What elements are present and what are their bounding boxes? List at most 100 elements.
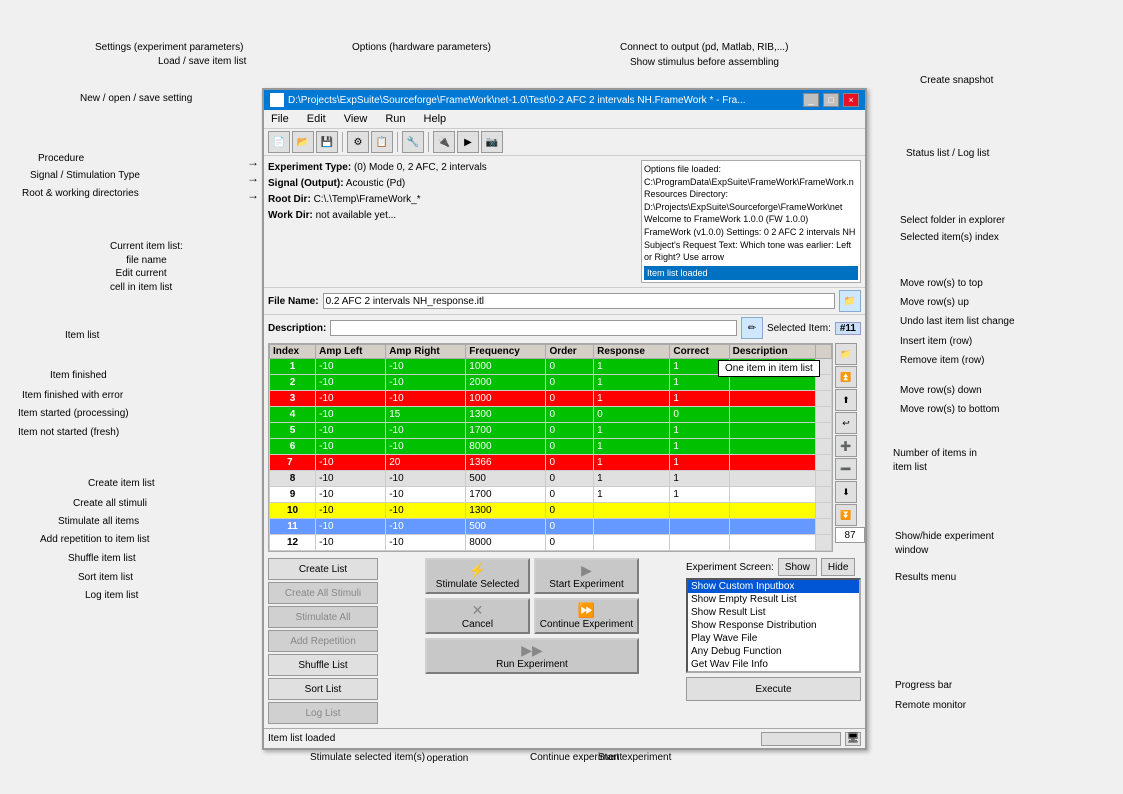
status-text: Item list loaded	[268, 733, 753, 744]
btn-insert[interactable]: ➕	[835, 435, 857, 457]
cell-index: 12	[270, 535, 316, 551]
create-all-stim-btn[interactable]: Create All Stimuli	[268, 582, 378, 604]
table-row[interactable]: 11-10-105000	[270, 519, 832, 535]
execute-btn[interactable]: Execute	[686, 677, 861, 701]
close-button[interactable]: ×	[843, 93, 859, 107]
annotation-current-item-filename: Current item list:file name	[110, 240, 183, 268]
cell-correct	[670, 519, 729, 535]
toolbar-snapshot[interactable]: 📷	[481, 131, 503, 153]
btn-move-down[interactable]: ⬇	[835, 481, 857, 503]
annotation-remove-item: Remove item (row)	[900, 355, 984, 366]
table-row[interactable]: 3-10-101000011	[270, 391, 832, 407]
menu-help[interactable]: Help	[421, 112, 450, 126]
col-order: Order	[546, 345, 594, 359]
cell-amp-left: -10	[316, 503, 386, 519]
arrow-root: →	[247, 188, 259, 202]
start-experiment-label: Start Experiment	[549, 579, 623, 590]
cell-amp-left: -10	[316, 359, 386, 375]
toolbar-save[interactable]: 💾	[316, 131, 338, 153]
btn-select-folder[interactable]: 📁	[835, 343, 857, 365]
results-menu-item[interactable]: Play Wave File	[688, 632, 859, 645]
menu-run[interactable]: Run	[382, 112, 408, 126]
table-row[interactable]: 7 !-10201366011Error	[270, 455, 832, 471]
table-row[interactable]: 8-10-10500011	[270, 471, 832, 487]
btn-remove[interactable]: ➖	[835, 458, 857, 480]
toolbar-load-item[interactable]: 📋	[371, 131, 393, 153]
root-label: Root Dir:	[268, 194, 311, 205]
maximize-button[interactable]: □	[823, 93, 839, 107]
create-list-btn[interactable]: Create List	[268, 558, 378, 580]
table-row[interactable]: 4-10151300000	[270, 407, 832, 423]
hide-exp-btn[interactable]: Hide	[821, 558, 856, 576]
menu-file[interactable]: File	[268, 112, 292, 126]
results-menu-item[interactable]: Get Wav File Info	[688, 658, 859, 671]
item-count: 87	[835, 527, 865, 543]
work-label: Work Dir:	[268, 210, 313, 221]
cell-index: 1	[270, 359, 316, 375]
shuffle-btn[interactable]: Shuffle List	[268, 654, 378, 676]
root-val: C:\.\Temp\FrameWork_*	[314, 194, 421, 205]
annotation-sort: Sort item list	[78, 572, 133, 583]
stimulate-selected-btn[interactable]: ⚡ Stimulate Selected	[425, 558, 530, 594]
cell-order: 0	[546, 359, 594, 375]
exp-type-val: (0) Mode 0, 2 AFC, 2 intervals	[354, 162, 487, 173]
toolbar-show-stim[interactable]: ▶	[457, 131, 479, 153]
cell-correct: 1	[670, 439, 729, 455]
continue-exp-btn[interactable]: ⏩ Continue Experiment	[534, 598, 639, 634]
add-repetition-btn[interactable]: Add Repetition	[268, 630, 378, 652]
results-menu-item[interactable]: Show Response Distribution	[688, 619, 859, 632]
cell-amp-right: -10	[386, 439, 466, 455]
cell-frequency: 1300	[466, 407, 546, 423]
results-menu-item[interactable]: Show Custom Inputbox	[688, 580, 859, 593]
table-row[interactable]: 9-10-101700011	[270, 487, 832, 503]
btn-move-up[interactable]: ⬆	[835, 389, 857, 411]
remote-monitor-icon[interactable]: 🖥	[845, 732, 861, 746]
table-row[interactable]: 12-10-1080000	[270, 535, 832, 551]
toolbar-options[interactable]: 🔧	[402, 131, 424, 153]
cell-response: 0	[594, 407, 670, 423]
menu-view[interactable]: View	[341, 112, 371, 126]
minimize-button[interactable]: _	[803, 93, 819, 107]
col-index: Index	[270, 345, 316, 359]
btn-move-top[interactable]: ⏫	[835, 366, 857, 388]
cell-order: 0	[546, 423, 594, 439]
cell-response: 1	[594, 471, 670, 487]
filename-input[interactable]	[323, 293, 835, 309]
menu-edit[interactable]: Edit	[304, 112, 329, 126]
cell-amp-left: -10	[316, 375, 386, 391]
results-menu-item[interactable]: Show Result List	[688, 606, 859, 619]
menu-bar: File Edit View Run Help	[264, 110, 865, 129]
results-menu-item[interactable]: Any Debug Function	[688, 645, 859, 658]
table-row[interactable]: 2-10-102000011	[270, 375, 832, 391]
start-experiment-btn[interactable]: ▶ Start Experiment	[534, 558, 639, 594]
table-row[interactable]: 10-10-1013000	[270, 503, 832, 519]
cancel-btn[interactable]: ✕ Cancel	[425, 598, 530, 634]
annotation-create-item-list: Create item list	[88, 478, 155, 489]
btn-move-bottom[interactable]: ⏬	[835, 504, 857, 526]
show-exp-btn[interactable]: Show	[778, 558, 817, 576]
cell-amp-right: -10	[386, 487, 466, 503]
toolbar: 📄 📂 💾 ⚙ 📋 🔧 🔌 ▶ 📷	[264, 129, 865, 156]
cell-description	[729, 407, 815, 423]
progress-bar-icon	[761, 732, 841, 746]
desc-edit-btn[interactable]: ✏	[741, 317, 763, 339]
toolbar-settings[interactable]: ⚙	[347, 131, 369, 153]
cell-frequency: 1000	[466, 391, 546, 407]
toolbar-connect[interactable]: 🔌	[433, 131, 455, 153]
sort-btn[interactable]: Sort List	[268, 678, 378, 700]
run-exp-icon: ▶▶	[521, 642, 543, 659]
run-experiment-btn[interactable]: ▶▶ Run Experiment	[425, 638, 639, 674]
folder-browse-btn[interactable]: 📁	[839, 290, 861, 312]
table-row[interactable]: 5-10-101700011	[270, 423, 832, 439]
description-input[interactable]	[330, 320, 737, 336]
bottom-section: Create List Create All Stimuli Stimulate…	[264, 554, 865, 728]
cell-index: 8	[270, 471, 316, 487]
stimulate-all-btn[interactable]: Stimulate All	[268, 606, 378, 628]
toolbar-open[interactable]: 📂	[292, 131, 314, 153]
log-btn[interactable]: Log List	[268, 702, 378, 724]
results-menu-item[interactable]: Show Empty Result List	[688, 593, 859, 606]
table-row[interactable]: 6-10-108000011	[270, 439, 832, 455]
toolbar-new[interactable]: 📄	[268, 131, 290, 153]
btn-undo[interactable]: ↩	[835, 412, 857, 434]
cell-amp-left: -10	[316, 535, 386, 551]
